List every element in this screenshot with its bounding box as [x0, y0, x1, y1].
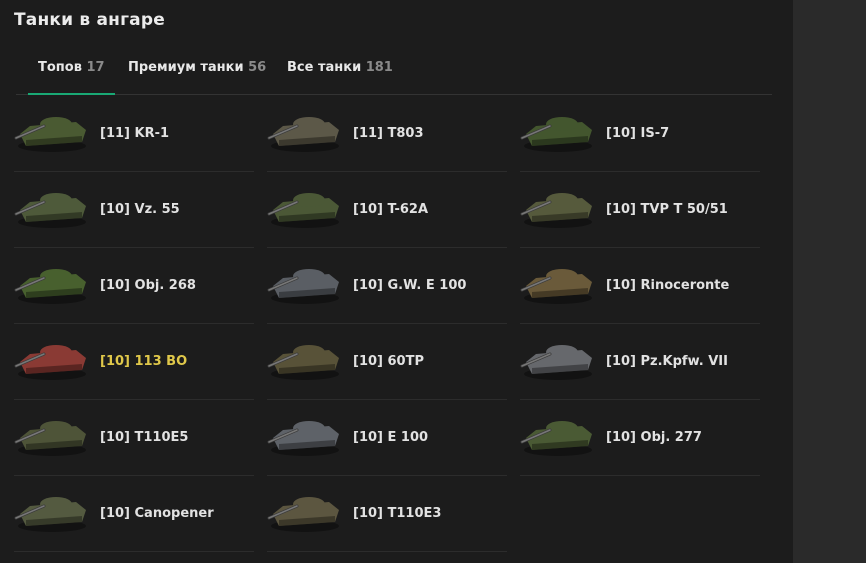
- tank-name: [10] E 100: [353, 430, 428, 445]
- tank-tier: [10]: [606, 202, 636, 217]
- side-panel: [793, 0, 866, 563]
- tank-tier: [10]: [606, 354, 636, 369]
- tank-label: Obj. 268: [134, 278, 196, 293]
- tank-label: 60TP: [387, 354, 425, 369]
- tank-tier: [10]: [353, 430, 383, 445]
- tank-label: Vz. 55: [134, 202, 180, 217]
- tank-name: [11] T803: [353, 126, 424, 141]
- tank-name: [10] Obj. 268: [100, 278, 196, 293]
- tank-item[interactable]: [10] E 100: [267, 400, 507, 476]
- tank-name: [10] TVP T 50/51: [606, 202, 728, 217]
- tank-tier: [10]: [100, 202, 130, 217]
- tank-name: [10] G.W. E 100: [353, 278, 466, 293]
- tank-icon: [520, 180, 596, 232]
- tank-icon: [14, 104, 90, 156]
- tank-icon: [267, 484, 343, 536]
- tank-label: Rinoceronte: [640, 278, 730, 293]
- tank-tier: [11]: [100, 126, 130, 141]
- tank-item[interactable]: [10] Obj. 268: [14, 248, 254, 324]
- tank-name: [10] Vz. 55: [100, 202, 180, 217]
- tank-icon: [267, 256, 343, 308]
- tab-count: 181: [365, 60, 393, 75]
- tank-item[interactable]: [10] 60TP: [267, 324, 507, 400]
- tank-icon: [14, 408, 90, 460]
- page-title: Танки в ангаре: [14, 10, 165, 30]
- tank-icon: [14, 332, 90, 384]
- tank-icon: [520, 104, 596, 156]
- tank-icon: [520, 408, 596, 460]
- tank-item[interactable]: [10] T110E5: [14, 400, 254, 476]
- tank-tier: [10]: [353, 506, 383, 521]
- tank-icon: [520, 256, 596, 308]
- tank-name: [10] Obj. 277: [606, 430, 702, 445]
- tank-label: 113 BO: [134, 354, 188, 369]
- tank-item[interactable]: [10] IS-7: [520, 96, 760, 172]
- tank-label: Obj. 277: [640, 430, 702, 445]
- tank-label: T803: [387, 126, 424, 141]
- tank-name: [10] 60TP: [353, 354, 424, 369]
- tank-name: [10] 113 BO: [100, 354, 187, 369]
- tank-item[interactable]: [11] T803: [267, 96, 507, 172]
- tab-count: 17: [86, 60, 105, 75]
- tank-label: T110E3: [387, 506, 442, 521]
- tank-item[interactable]: [11] KR-1: [14, 96, 254, 172]
- tab-top[interactable]: Топов 17: [28, 60, 115, 95]
- tank-tier: [10]: [100, 278, 130, 293]
- tank-tier: [10]: [353, 202, 383, 217]
- tab-label: Премиум танки: [128, 60, 244, 75]
- tank-name: [10] T110E3: [353, 506, 441, 521]
- tank-label: E 100: [387, 430, 429, 445]
- tank-name: [10] T-62A: [353, 202, 428, 217]
- tank-item[interactable]: [10] G.W. E 100: [267, 248, 507, 324]
- tank-item[interactable]: [10] TVP T 50/51: [520, 172, 760, 248]
- hangar-panel: Танки в ангаре Топов 17 Премиум танки 56…: [0, 0, 793, 563]
- tank-icon: [267, 180, 343, 232]
- tank-tier: [10]: [100, 354, 130, 369]
- tank-tier: [11]: [353, 126, 383, 141]
- tank-label: T-62A: [387, 202, 429, 217]
- tank-label: IS-7: [640, 126, 670, 141]
- tank-tier: [10]: [606, 126, 636, 141]
- tank-icon: [267, 104, 343, 156]
- tank-icon: [267, 408, 343, 460]
- tank-name: [10] T110E5: [100, 430, 188, 445]
- tank-item[interactable]: [10] 113 BO: [14, 324, 254, 400]
- tank-tier: [10]: [606, 430, 636, 445]
- tab-all[interactable]: Все танки 181: [287, 60, 393, 94]
- tank-name: [11] KR-1: [100, 126, 169, 141]
- tank-icon: [267, 332, 343, 384]
- tank-label: KR-1: [134, 126, 170, 141]
- tank-name: [10] Canopener: [100, 506, 214, 521]
- tank-item[interactable]: [10] Rinoceronte: [520, 248, 760, 324]
- tank-icon: [14, 180, 90, 232]
- tank-name: [10] IS-7: [606, 126, 669, 141]
- tank-name: [10] Pz.Kpfw. VII: [606, 354, 728, 369]
- tank-item[interactable]: [10] Canopener: [14, 476, 254, 552]
- tank-label: Canopener: [134, 506, 214, 521]
- tank-item[interactable]: [10] Vz. 55: [14, 172, 254, 248]
- tank-icon: [14, 256, 90, 308]
- tank-tier: [10]: [353, 354, 383, 369]
- tank-item[interactable]: [10] Pz.Kpfw. VII: [520, 324, 760, 400]
- tank-item[interactable]: [10] T-62A: [267, 172, 507, 248]
- tank-tier: [10]: [606, 278, 636, 293]
- tank-icon: [14, 484, 90, 536]
- tank-tier: [10]: [100, 430, 130, 445]
- tank-tier: [10]: [353, 278, 383, 293]
- tab-count: 56: [248, 60, 267, 75]
- tank-name: [10] Rinoceronte: [606, 278, 729, 293]
- tab-bar: Топов 17 Премиум танки 56 Все танки 181: [16, 60, 772, 95]
- tank-icon: [520, 332, 596, 384]
- tank-label: T110E5: [134, 430, 189, 445]
- tank-tier: [10]: [100, 506, 130, 521]
- tab-premium[interactable]: Премиум танки 56: [128, 60, 266, 94]
- tank-item[interactable]: [10] Obj. 277: [520, 400, 760, 476]
- tank-label: Pz.Kpfw. VII: [640, 354, 728, 369]
- tank-item[interactable]: [10] T110E3: [267, 476, 507, 552]
- tank-label: TVP T 50/51: [640, 202, 728, 217]
- tab-label: Топов: [38, 60, 82, 75]
- tab-label: Все танки: [287, 60, 362, 75]
- tank-label: G.W. E 100: [387, 278, 467, 293]
